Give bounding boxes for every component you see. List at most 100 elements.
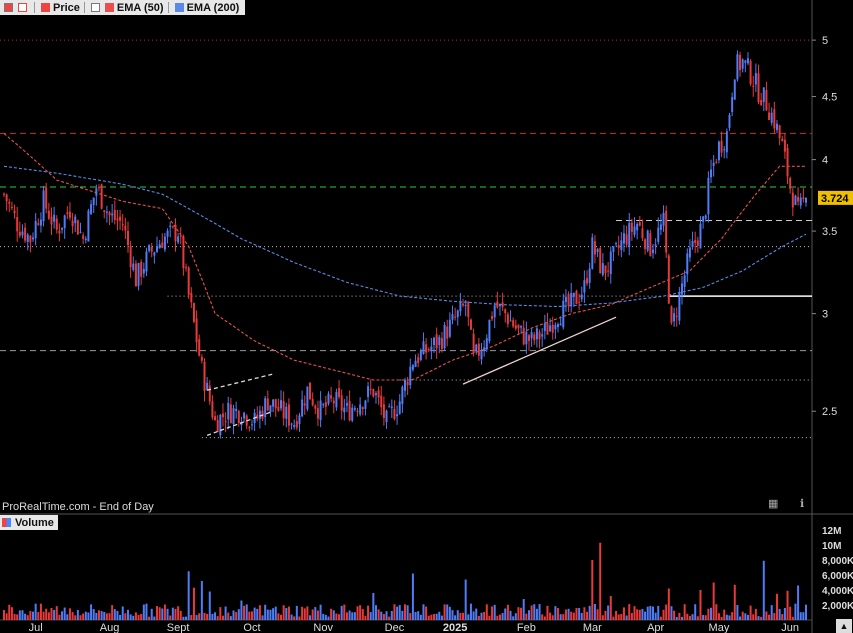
volume-bar[interactable]: [8, 604, 11, 620]
volume-bar[interactable]: [187, 571, 190, 620]
volume-bar[interactable]: [601, 615, 604, 620]
volume-bar[interactable]: [425, 606, 428, 620]
volume-bar[interactable]: [198, 613, 201, 620]
volume-bar[interactable]: [63, 607, 66, 620]
candle[interactable]: [599, 246, 602, 274]
scroll-up-icon[interactable]: ▲: [836, 619, 852, 633]
volume-bar[interactable]: [564, 609, 567, 620]
volume-bar[interactable]: [681, 616, 684, 620]
volume-bar[interactable]: [214, 612, 217, 620]
volume-bar[interactable]: [248, 611, 251, 620]
volume-bar[interactable]: [435, 613, 438, 620]
volume-bar[interactable]: [261, 615, 264, 620]
volume-bar[interactable]: [66, 614, 69, 620]
volume-bar[interactable]: [448, 606, 451, 620]
volume-bar[interactable]: [498, 614, 501, 620]
volume-bar[interactable]: [651, 606, 654, 620]
volume-bar[interactable]: [580, 612, 583, 620]
volume-bar[interactable]: [641, 608, 644, 620]
volume-bar[interactable]: [5, 613, 8, 620]
volume-bar[interactable]: [607, 605, 610, 620]
volume-bar[interactable]: [356, 606, 359, 620]
candle[interactable]: [717, 140, 720, 164]
volume-bar[interactable]: [364, 615, 367, 620]
volume-bar[interactable]: [153, 616, 156, 620]
candle[interactable]: [42, 185, 45, 227]
volume-bar[interactable]: [628, 604, 631, 620]
volume-bar[interactable]: [179, 610, 182, 620]
candle[interactable]: [646, 229, 649, 253]
volume-bar[interactable]: [351, 612, 354, 620]
volume-bar[interactable]: [746, 614, 749, 620]
volume-bar[interactable]: [280, 614, 283, 620]
volume-bar[interactable]: [557, 608, 560, 620]
volume-bar[interactable]: [504, 608, 507, 620]
volume-bar[interactable]: [140, 613, 143, 620]
candle[interactable]: [134, 260, 137, 287]
volume-bar[interactable]: [311, 609, 314, 620]
volume-bar[interactable]: [665, 604, 668, 620]
volume-bar[interactable]: [578, 607, 581, 620]
volume-bar[interactable]: [97, 610, 100, 620]
volume-bar[interactable]: [61, 611, 64, 620]
volume-bar[interactable]: [657, 605, 660, 620]
candle[interactable]: [306, 386, 309, 412]
volume-bar[interactable]: [293, 616, 296, 620]
volume-bar[interactable]: [622, 607, 625, 620]
volume-bar[interactable]: [588, 605, 591, 620]
volume-bar[interactable]: [696, 616, 699, 620]
candle[interactable]: [649, 229, 652, 257]
volume-bar[interactable]: [396, 606, 399, 620]
volume-bar[interactable]: [87, 612, 90, 620]
volume-bar[interactable]: [493, 604, 496, 620]
volume-bar[interactable]: [541, 614, 544, 620]
volume-bar[interactable]: [527, 610, 530, 620]
volume-bar[interactable]: [306, 606, 309, 620]
volume-bar[interactable]: [783, 607, 786, 620]
volume-bar[interactable]: [211, 613, 214, 620]
volume-bar[interactable]: [609, 596, 612, 620]
volume-bar[interactable]: [330, 608, 333, 620]
calendar-icon[interactable]: ▦: [768, 497, 778, 510]
volume-bar[interactable]: [491, 606, 494, 620]
volume-bar[interactable]: [773, 613, 776, 620]
volume-bar[interactable]: [620, 614, 623, 620]
volume-bar[interactable]: [37, 612, 40, 620]
volume-bar[interactable]: [232, 610, 235, 620]
volume-bar[interactable]: [549, 612, 552, 620]
volume-bar[interactable]: [430, 614, 433, 620]
candle[interactable]: [667, 253, 670, 305]
volume-bar[interactable]: [243, 605, 246, 620]
volume-bar[interactable]: [353, 612, 356, 620]
volume-bar[interactable]: [712, 582, 715, 621]
volume-bar[interactable]: [567, 608, 570, 620]
volume-bar[interactable]: [24, 613, 27, 620]
volume-bar[interactable]: [216, 616, 219, 620]
volume-bar[interactable]: [543, 616, 546, 620]
volume-bar[interactable]: [367, 605, 370, 620]
volume-bar[interactable]: [673, 610, 676, 620]
volume-bar[interactable]: [177, 606, 180, 620]
volume-bar[interactable]: [477, 615, 480, 620]
volume-bar[interactable]: [615, 610, 618, 620]
volume-bar[interactable]: [670, 606, 673, 620]
volume-bar[interactable]: [596, 609, 599, 620]
volume-bar[interactable]: [287, 606, 290, 620]
volume-bar[interactable]: [538, 604, 541, 620]
volume-bar[interactable]: [208, 591, 211, 621]
volume-bar[interactable]: [359, 605, 362, 620]
volume-bar[interactable]: [50, 607, 53, 620]
volume-bar[interactable]: [298, 616, 301, 620]
volume-bar[interactable]: [419, 614, 422, 620]
volume-bar[interactable]: [3, 610, 5, 620]
volume-bar[interactable]: [82, 613, 85, 620]
volume-bar[interactable]: [646, 606, 649, 620]
volume-bar[interactable]: [137, 614, 140, 620]
volume-bar[interactable]: [533, 604, 536, 620]
volume-bar[interactable]: [182, 616, 185, 620]
volume-bar[interactable]: [638, 609, 641, 620]
volume-bar[interactable]: [644, 611, 647, 620]
volume-bar[interactable]: [345, 612, 348, 620]
volume-bar[interactable]: [483, 611, 486, 620]
volume-bar[interactable]: [762, 560, 765, 620]
